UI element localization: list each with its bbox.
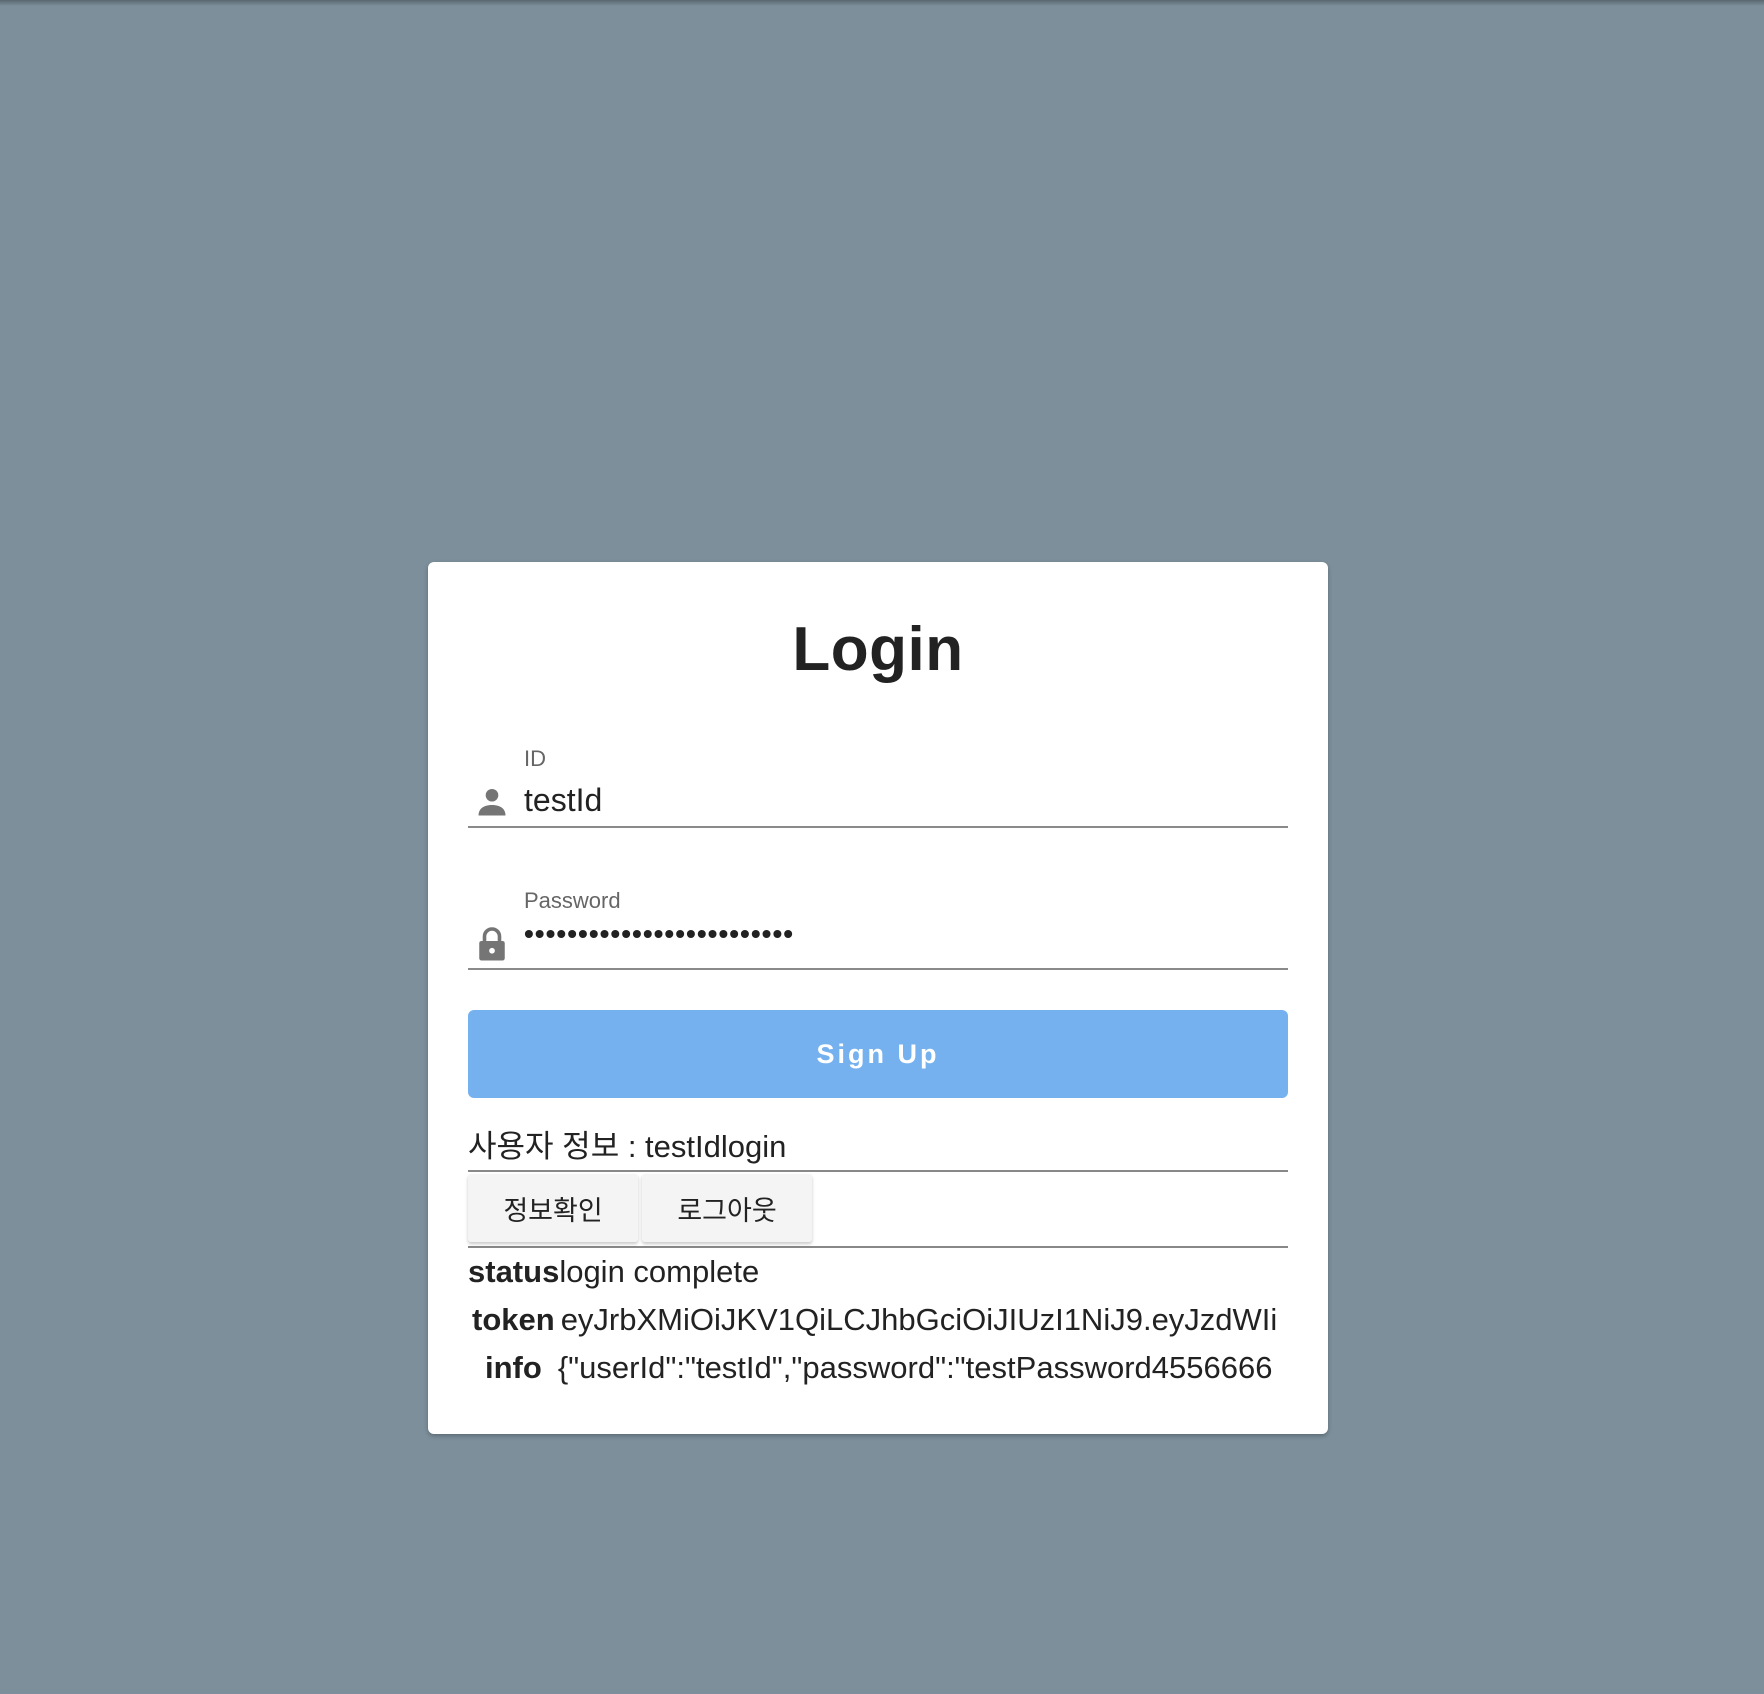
id-field[interactable]: ID testId (468, 716, 1288, 828)
check-info-button[interactable]: 정보확인 (468, 1174, 638, 1242)
top-shadow (0, 0, 1764, 6)
token-row: token eyJrbXMiOiJKV1QiLCJhbGciOiJIUzI1NiJ… (472, 1302, 1277, 1338)
page-title: Login (792, 615, 964, 684)
password-field-value[interactable]: ••••••••••••••••••••••••• (524, 918, 794, 950)
login-card: Login ID testId Password •••••••••••••••… (428, 562, 1328, 1434)
id-field-value[interactable]: testId (524, 782, 602, 819)
lock-icon (479, 927, 505, 961)
sign-up-button[interactable]: Sign Up (468, 1010, 1288, 1098)
token-value: eyJrbXMiOiJKV1QiLCJhbGciOiJIUzI1NiJ9.eyJ… (560, 1302, 1278, 1337)
info-value: {"userId":"testId","password":"testPassw… (557, 1350, 1273, 1385)
token-key: token (472, 1302, 555, 1337)
password-field-label: Password (524, 888, 621, 913)
status-value: login complete (559, 1254, 760, 1289)
info-row: info {"userId":"testId","password":"testP… (485, 1350, 1272, 1386)
info-key: info (485, 1350, 542, 1385)
user-info-text: 사용자 정보 : testIdlogin (468, 1124, 1288, 1172)
logout-button[interactable]: 로그아웃 (642, 1174, 812, 1242)
id-field-label: ID (524, 746, 546, 771)
action-button-row: 정보확인 로그아웃 (468, 1174, 1288, 1248)
person-icon (478, 788, 506, 816)
password-field[interactable]: Password ••••••••••••••••••••••••• (468, 858, 1288, 970)
status-row: statuslogin complete (468, 1254, 759, 1290)
status-key: status (468, 1254, 560, 1289)
